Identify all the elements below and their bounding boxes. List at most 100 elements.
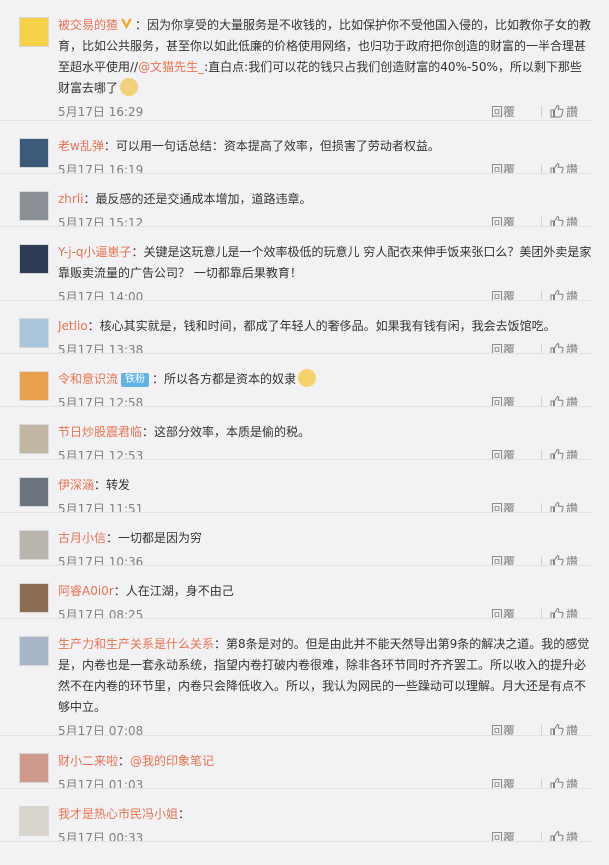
thumbs-up-icon xyxy=(550,830,564,841)
like-label: 讚 xyxy=(565,831,578,842)
avatar[interactable] xyxy=(19,636,49,666)
comment-text: Jetlio：核心其实就是，钱和时间，都成了年轻人的奢侈品。如果我有钱有闲，我会… xyxy=(58,316,593,337)
like-label: 讚 xyxy=(565,555,578,566)
like-button[interactable]: 讚 xyxy=(550,777,578,788)
mention-link[interactable]: @文猫先生_ xyxy=(138,60,204,74)
like-button[interactable]: 讚 xyxy=(550,104,578,119)
reply-button[interactable]: 回覆 xyxy=(491,831,515,841)
like-button[interactable]: 讚 xyxy=(550,830,578,842)
avatar[interactable] xyxy=(19,806,49,836)
like-button[interactable]: 讚 xyxy=(550,289,578,300)
comment-meta: 5月17日 12:58 回覆 讚 xyxy=(58,393,593,406)
comment-time: 5月17日 01:03 xyxy=(58,778,144,789)
comment-item: 伊深涵：转发 5月17日 11:51 回覆 讚 xyxy=(0,460,593,513)
action-divider xyxy=(540,779,542,788)
comment-text: 节日炒股震君临：这部分效率，本质是偷的税。 xyxy=(58,422,593,443)
comment-meta: 5月17日 00:33 回覆 讚 xyxy=(58,828,593,842)
reply-button[interactable]: 回覆 xyxy=(491,396,515,406)
username[interactable]: 老w乱弹 xyxy=(58,139,104,153)
comment-meta: 5月17日 01:03 回覆 讚 xyxy=(58,775,593,789)
comment-item: 阿睿A0i0r：人在江湖，身不由己 5月17日 08:25 回覆 讚 xyxy=(0,566,593,619)
thumbs-up-icon xyxy=(550,215,564,226)
username[interactable]: 古月小信 xyxy=(58,531,106,545)
comment-time: 5月17日 15:12 xyxy=(58,216,144,227)
username[interactable]: 伊深涵 xyxy=(58,478,94,492)
avatar[interactable] xyxy=(19,191,49,221)
username[interactable]: Jetlio xyxy=(58,319,88,333)
username[interactable]: zhrli xyxy=(58,192,84,206)
username[interactable]: 被交易的猹 xyxy=(58,18,118,32)
action-divider xyxy=(540,556,542,565)
like-button[interactable]: 讚 xyxy=(550,215,578,226)
username[interactable]: 我才是热心市民冯小姐 xyxy=(58,807,178,821)
like-button[interactable]: 讚 xyxy=(550,162,578,173)
comment-body: ：关键是这玩意儿是一个效率极低的玩意儿 穷人配衣来伸手饭来张口么？美团外卖是家靠… xyxy=(58,245,592,280)
comment-body: ：人在江湖，身不由己 xyxy=(113,584,234,598)
comment-text: Y-j-q小逼崽子：关键是这玩意儿是一个效率极低的玩意儿 穷人配衣来伸手饭来张口… xyxy=(58,242,593,284)
comment-time: 5月17日 16:19 xyxy=(58,163,144,174)
reply-button[interactable]: 回覆 xyxy=(491,343,515,353)
username[interactable]: Y-j-q小逼崽子 xyxy=(58,245,132,259)
thumbs-up-icon xyxy=(550,554,564,565)
username[interactable]: 阿睿A0i0r xyxy=(58,584,114,598)
action-divider xyxy=(540,397,542,406)
action-divider xyxy=(540,503,542,512)
thumbs-up-icon xyxy=(550,162,564,173)
avatar[interactable] xyxy=(19,753,49,783)
username[interactable]: 财小二来啦 xyxy=(58,754,118,768)
username[interactable]: 令和意识流 xyxy=(58,372,118,386)
like-button[interactable]: 讚 xyxy=(550,395,578,406)
mention-link[interactable]: @我的印象笔记 xyxy=(130,754,214,768)
avatar[interactable] xyxy=(19,138,49,168)
comment-item: Jetlio：核心其实就是，钱和时间，都成了年轻人的奢侈品。如果我有钱有闲，我会… xyxy=(0,301,593,354)
avatar[interactable] xyxy=(19,530,49,560)
like-label: 讚 xyxy=(565,724,578,736)
comment-actions: 回覆 讚 xyxy=(491,340,578,353)
avatar[interactable] xyxy=(19,318,49,348)
reply-button[interactable]: 回覆 xyxy=(491,778,515,788)
avatar[interactable] xyxy=(19,583,49,613)
comment-actions: 回覆 讚 xyxy=(491,446,578,459)
sweat-emoji-icon xyxy=(298,369,317,387)
comment-actions: 回覆 讚 xyxy=(491,552,578,566)
comment-text: 被交易的猹 ：因为你享受的大量服务是不收钱的，比如保护你不受他国入侵的，比如教你子… xyxy=(58,15,593,99)
thumbs-up-icon xyxy=(550,501,564,512)
like-button[interactable]: 讚 xyxy=(550,607,578,618)
comment-body: ：这部分效率，本质是偷的税。 xyxy=(142,425,311,439)
avatar[interactable] xyxy=(19,477,49,507)
comment-actions: 回覆 讚 xyxy=(491,605,578,618)
reply-button[interactable]: 回覆 xyxy=(491,216,515,226)
action-divider xyxy=(540,164,542,173)
reply-button[interactable]: 回覆 xyxy=(491,163,515,173)
thumbs-up-icon xyxy=(550,607,564,618)
like-button[interactable]: 讚 xyxy=(550,448,578,459)
comment-meta: 5月17日 08:25 回覆 讚 xyxy=(58,605,593,618)
reply-button[interactable]: 回覆 xyxy=(491,449,515,459)
reply-button[interactable]: 回覆 xyxy=(491,724,515,735)
reply-button[interactable]: 回覆 xyxy=(491,105,515,119)
avatar[interactable] xyxy=(19,424,49,454)
comment-meta: 5月17日 16:29 回覆 讚 xyxy=(58,102,593,120)
reply-button[interactable]: 回覆 xyxy=(491,555,515,565)
like-button[interactable]: 讚 xyxy=(550,342,578,353)
reply-button[interactable]: 回覆 xyxy=(491,290,515,300)
comment-time: 5月17日 14:00 xyxy=(58,290,144,301)
comment-actions: 回覆 讚 xyxy=(491,393,578,406)
comment-text: 令和意识流 铁粉 ：所以各方都是资本的奴隶 xyxy=(58,369,593,390)
reply-button[interactable]: 回覆 xyxy=(491,608,515,618)
comment-item: 古月小信：一切都是因为穷 5月17日 10:36 回覆 讚 xyxy=(0,513,593,566)
avatar[interactable] xyxy=(19,244,49,274)
like-button[interactable]: 讚 xyxy=(550,723,578,736)
username[interactable]: 生产力和生产关系是什么关系 xyxy=(58,637,214,651)
comment-item: zhrli：最反感的还是交通成本增加，道路违章。 5月17日 15:12 回覆 讚 xyxy=(0,174,593,227)
like-button[interactable]: 讚 xyxy=(550,501,578,512)
username[interactable]: 节日炒股震君临 xyxy=(58,425,142,439)
avatar[interactable] xyxy=(19,17,49,47)
action-divider xyxy=(540,106,542,117)
avatar[interactable] xyxy=(19,371,49,401)
comment-item: 财小二来啦：@我的印象笔记 5月17日 01:03 回覆 讚 xyxy=(0,736,593,789)
like-button[interactable]: 讚 xyxy=(550,554,578,566)
comment-body: ：一切都是因为穷 xyxy=(106,531,203,545)
reply-button[interactable]: 回覆 xyxy=(491,502,515,512)
comment-time: 5月17日 00:33 xyxy=(58,831,144,842)
